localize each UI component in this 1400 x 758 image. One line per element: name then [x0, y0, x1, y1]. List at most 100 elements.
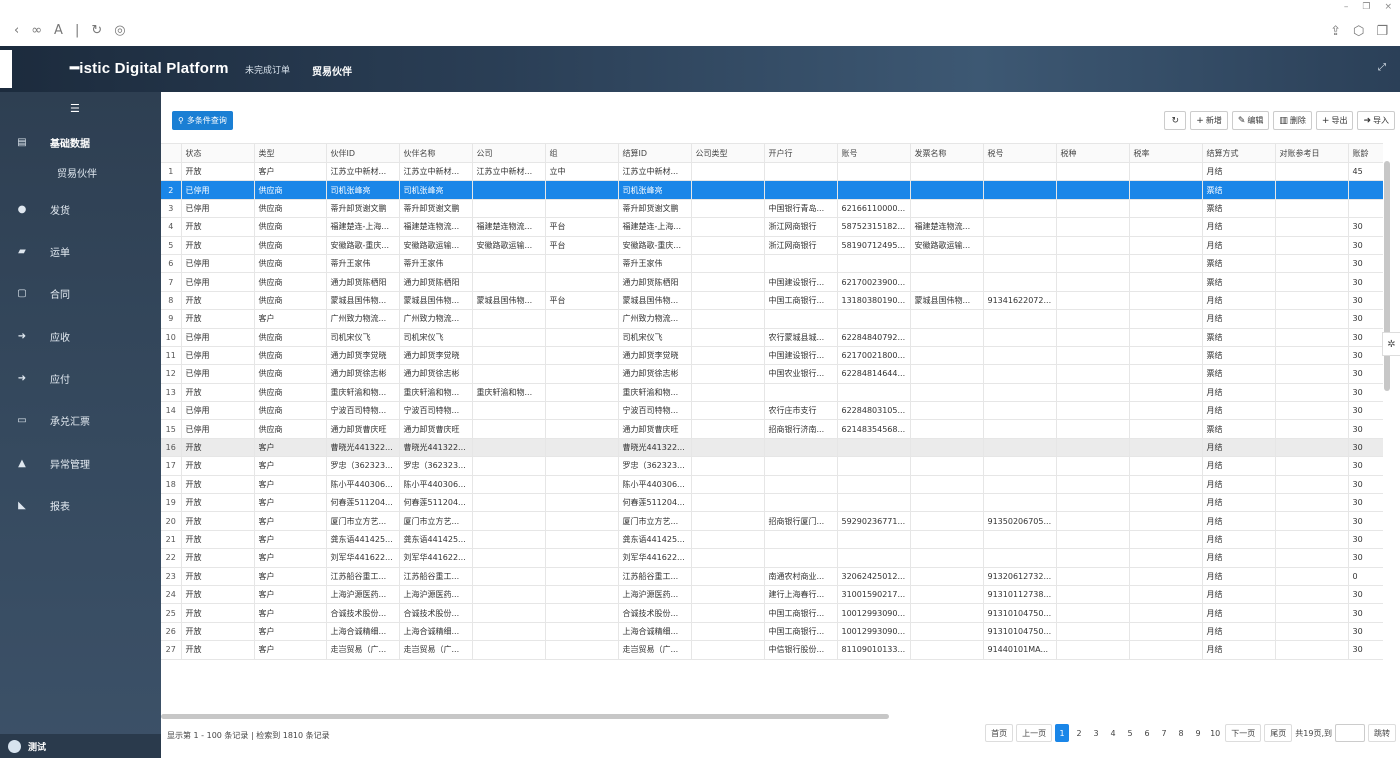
column-header[interactable]: 结算ID: [618, 143, 692, 163]
sidebar-group-waybill[interactable]: ▰ 运单: [0, 241, 161, 261]
page-number-button[interactable]: 7: [1157, 724, 1171, 742]
table-row[interactable]: 8 开放 供应商 蒙城县国伟物... 蒙城县国伟物... 蒙城县国伟物... 平台 蒙城县国伟…: [161, 291, 1383, 311]
read-aloud-icon[interactable]: A: [54, 24, 63, 38]
table-row[interactable]: 5 开放 供应商 安徽路歌-重庆... 安徽路歌运输... 安徽路歌运输... 平台 安徽路歌…: [161, 236, 1383, 255]
export-button[interactable]: + 导出: [1315, 111, 1354, 130]
page-number-button[interactable]: 6: [1140, 724, 1154, 742]
column-header[interactable]: 账号: [837, 143, 911, 163]
extension-icon[interactable]: ⬡: [1353, 24, 1364, 39]
minimize-icon[interactable]: –: [1344, 2, 1349, 12]
table-row[interactable]: 23 开放 客户 江苏船谷重工... 江苏船谷重工... 江苏船谷重工... 南通农村商业.…: [161, 567, 1383, 586]
table-row[interactable]: 12 已停用 供应商 通力卸货徐志彬 通力卸货徐志彬 通力卸货徐志彬 中国农业银行... 62…: [161, 364, 1383, 384]
table-row[interactable]: 15 已停用 供应商 通力卸货曹庆旺 通力卸货曹庆旺 通力卸货曹庆旺 招商银行济南... 62…: [161, 419, 1383, 439]
column-header[interactable]: 对账参考日: [1275, 143, 1349, 163]
sidebar-group-exceptions[interactable]: ▲ 异常管理: [0, 453, 161, 473]
column-header[interactable]: 伙伴名称: [399, 143, 473, 163]
sidebar-item-trade-partners[interactable]: 贸易伙伴: [0, 161, 161, 183]
page-number-button[interactable]: 10: [1208, 724, 1222, 742]
table-row[interactable]: 27 开放 客户 走岂贸易（广... 走岂贸易（广... 走岂贸易（广... 中信银行股份.…: [161, 640, 1383, 660]
table-row[interactable]: 7 已停用 供应商 通力卸货陈栖阳 通力卸货陈栖阳 通力卸货陈栖阳 中国建设银行... 621…: [161, 272, 1383, 292]
jump-button[interactable]: 跳转: [1368, 724, 1396, 742]
table-row[interactable]: 1 开放 客户 江苏立中新材... 江苏立中新材... 江苏立中新材... 立中 江苏立中新材…: [161, 162, 1383, 182]
column-header[interactable]: 组: [545, 143, 619, 163]
page-number-button[interactable]: 4: [1106, 724, 1120, 742]
table-cell: [691, 511, 765, 531]
column-header[interactable]: 公司: [472, 143, 546, 163]
column-header[interactable]: 税种: [1056, 143, 1130, 163]
sidebar-user[interactable]: 测试: [0, 734, 161, 758]
page-number-button[interactable]: 3: [1089, 724, 1103, 742]
column-header[interactable]: 类型: [254, 143, 327, 163]
table-row[interactable]: 16 开放 客户 曹晓光441322... 曹晓光441322... 曹晓光441322.…: [161, 438, 1383, 458]
page-number-button[interactable]: 1: [1055, 724, 1070, 742]
table-row[interactable]: 9 开放 客户 广州致力物流... 广州致力物流... 广州致力物流... 月结 30: [161, 309, 1383, 329]
link-icon[interactable]: ∞: [31, 24, 42, 38]
table-row[interactable]: 11 已停用 供应商 通力卸货李觉晓 通力卸货李觉晓 通力卸货李觉晓 中国建设银行... 62…: [161, 346, 1383, 366]
refresh-icon[interactable]: ↻: [91, 24, 102, 38]
column-header[interactable]: 发票名称: [910, 143, 984, 163]
menu-toggle-icon[interactable]: ☰: [70, 102, 80, 115]
sidebar-group-payable[interactable]: ➜ 应付: [0, 368, 161, 388]
page-jump-input[interactable]: [1335, 724, 1365, 742]
prev-page-button[interactable]: 上一页: [1016, 724, 1053, 742]
table-row[interactable]: 21 开放 客户 龚东语441425... 龚东语441425... 龚东语441425.…: [161, 530, 1383, 550]
table-row[interactable]: 14 已停用 供应商 宁波百司特物... 宁波百司特物... 宁波百司特物... 农行庄市支…: [161, 401, 1383, 421]
vertical-scrollbar[interactable]: [1384, 161, 1390, 391]
table-row[interactable]: 20 开放 客户 厦门市立方艺... 厦门市立方艺... 厦门市立方艺... 招商银行厦门.…: [161, 511, 1383, 531]
table-row[interactable]: 13 开放 供应商 重庆轩渝和物... 重庆轩渝和物... 重庆轩渝和物... 重庆轩渝和物…: [161, 383, 1383, 403]
top-nav-unfinished-orders[interactable]: 未完成订单: [245, 63, 290, 78]
sidebar-group-reports[interactable]: ◣ 报表: [0, 495, 161, 515]
table-row[interactable]: 24 开放 客户 上海沪源医药... 上海沪源医药... 上海沪源医药... 建行上海春行.…: [161, 585, 1383, 605]
delete-button[interactable]: ▥ 删除: [1273, 111, 1312, 130]
page-number-button[interactable]: 2: [1072, 724, 1086, 742]
column-header[interactable]: 状态: [181, 143, 255, 163]
table-cell: [910, 383, 984, 403]
table-row[interactable]: 2 已停用 供应商 司机张峰亮 司机张峰亮 司机张峰亮 票结: [161, 180, 1383, 200]
share-icon[interactable]: ⇪: [1330, 24, 1341, 39]
add-button[interactable]: + 新增: [1190, 111, 1228, 130]
back-icon[interactable]: ‹: [14, 24, 19, 38]
refresh-button[interactable]: ↻: [1164, 111, 1187, 130]
table-row[interactable]: 17 开放 客户 罗忠（362323... 罗忠（362323... 罗忠（362323.…: [161, 456, 1383, 476]
table-row[interactable]: 10 已停用 供应商 司机宋仪飞 司机宋仪飞 司机宋仪飞 农行蒙城县城... 62284840…: [161, 328, 1383, 347]
next-page-button[interactable]: 下一页: [1225, 724, 1262, 742]
page-number-button[interactable]: 8: [1174, 724, 1188, 742]
sidebar-group-receivable[interactable]: ➜ 应收: [0, 326, 161, 346]
table-row[interactable]: 18 开放 客户 陈小平440306... 陈小平440306... 陈小平440306.…: [161, 475, 1383, 495]
column-header[interactable]: 账龄: [1348, 143, 1383, 163]
fullscreen-icon[interactable]: ⤢: [1378, 62, 1386, 73]
column-header[interactable]: 公司类型: [691, 143, 765, 163]
table-row[interactable]: 4 开放 供应商 福建楚连-上海... 福建楚连物流... 福建楚连物流... 平台 福建楚连…: [161, 217, 1383, 237]
column-header-index[interactable]: [161, 143, 182, 163]
column-header[interactable]: 伙伴ID: [326, 143, 400, 163]
table-row[interactable]: 25 开放 客户 合诚技术股份... 合诚技术股份... 合诚技术股份... 中国工商银行.…: [161, 603, 1383, 623]
copy-icon[interactable]: ❐: [1376, 24, 1388, 39]
column-header[interactable]: 税率: [1129, 143, 1203, 163]
horizontal-scrollbar[interactable]: [161, 714, 889, 719]
table-row[interactable]: 3 已停用 供应商 蒂升卸货谢文鹏 蒂升卸货谢文鹏 蒂升卸货谢文鹏 中国银行青岛... 621…: [161, 199, 1383, 219]
page-number-button[interactable]: 9: [1191, 724, 1205, 742]
top-nav-trade-partners[interactable]: 贸易伙伴: [312, 63, 352, 78]
compass-icon[interactable]: ◎: [114, 24, 125, 38]
sidebar-group-shipping[interactable]: ● 发货: [0, 199, 161, 219]
sidebar-group-acceptance-bill[interactable]: ▭ 承兑汇票: [0, 410, 161, 430]
sidebar-group-basic-data[interactable]: ▤ 基础数据: [0, 132, 161, 152]
edit-button[interactable]: ✎ 编辑: [1231, 111, 1270, 130]
column-header[interactable]: 结算方式: [1202, 143, 1276, 163]
close-icon[interactable]: ×: [1384, 2, 1392, 12]
settings-gear-icon[interactable]: ✲: [1382, 332, 1400, 356]
column-header[interactable]: 税号: [983, 143, 1057, 163]
table-row[interactable]: 26 开放 客户 上海合诚精细... 上海合诚精细... 上海合诚精细... 中国工商银行.…: [161, 622, 1383, 642]
last-page-button[interactable]: 尾页: [1264, 724, 1293, 742]
import-button[interactable]: ➜ 导入: [1357, 111, 1395, 130]
advanced-query-button[interactable]: ⚲ 多条件查询: [172, 111, 233, 130]
sidebar-group-contract[interactable]: ▢ 合同: [0, 283, 161, 303]
page-number-button[interactable]: 5: [1123, 724, 1137, 742]
column-header[interactable]: 开户行: [764, 143, 838, 163]
restore-icon[interactable]: ❐: [1362, 2, 1370, 12]
table-row[interactable]: 19 开放 客户 何春莲511204... 何春莲511204... 何春莲511204.…: [161, 493, 1383, 513]
table-row[interactable]: 22 开放 客户 刘军华441622... 刘军华441622... 刘军华441622.…: [161, 548, 1383, 568]
table-cell: [472, 567, 546, 586]
table-row[interactable]: 6 已停用 供应商 蒂升王家伟 蒂升王家伟 蒂升王家伟 票结 30: [161, 254, 1383, 274]
first-page-button[interactable]: 首页: [985, 724, 1014, 742]
